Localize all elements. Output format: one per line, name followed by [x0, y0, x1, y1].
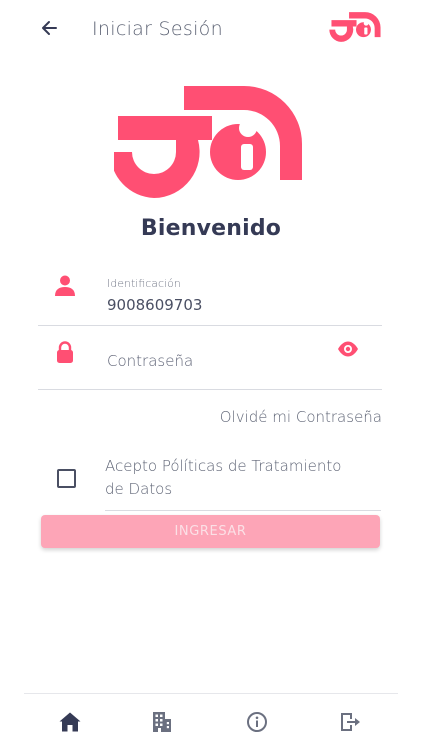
lock-icon [57, 341, 73, 363]
identification-label: Identificación [107, 277, 181, 290]
identification-input[interactable] [107, 296, 347, 314]
welcome-heading: Bienvenido [140, 216, 282, 241]
page-title: Iniciar Sesión [92, 18, 223, 40]
toggle-password-visibility[interactable] [336, 339, 360, 359]
nav-home[interactable] [58, 710, 82, 734]
forgot-password-link[interactable]: Olvidé mi Contraseña [220, 408, 382, 426]
info-icon [247, 712, 267, 732]
app-header: Iniciar Sesión [0, 0, 422, 60]
bottom-nav [24, 693, 398, 751]
building-icon [153, 712, 171, 732]
nav-info[interactable] [245, 710, 269, 734]
brand-logo [329, 12, 381, 42]
login-button[interactable]: INGRESAR [41, 515, 380, 548]
back-button[interactable] [36, 14, 64, 42]
hero-logo [114, 86, 302, 198]
terms-label[interactable]: Acepto Pólíticas de Tratamiento de Datos [105, 455, 361, 501]
password-field[interactable]: Contraseña [38, 330, 382, 390]
nav-logout[interactable] [338, 710, 362, 734]
home-icon [59, 712, 81, 732]
arrow-left-icon [42, 21, 57, 35]
identification-field[interactable]: Identificación [38, 265, 382, 326]
eye-icon [338, 341, 358, 357]
terms-checkbox[interactable] [57, 469, 76, 488]
nav-company[interactable] [150, 710, 174, 734]
password-input[interactable]: Contraseña [107, 352, 193, 370]
terms-row: Acepto Pólíticas de Tratamiento de Datos [105, 455, 381, 511]
user-icon [55, 275, 75, 296]
logout-icon [341, 713, 360, 731]
